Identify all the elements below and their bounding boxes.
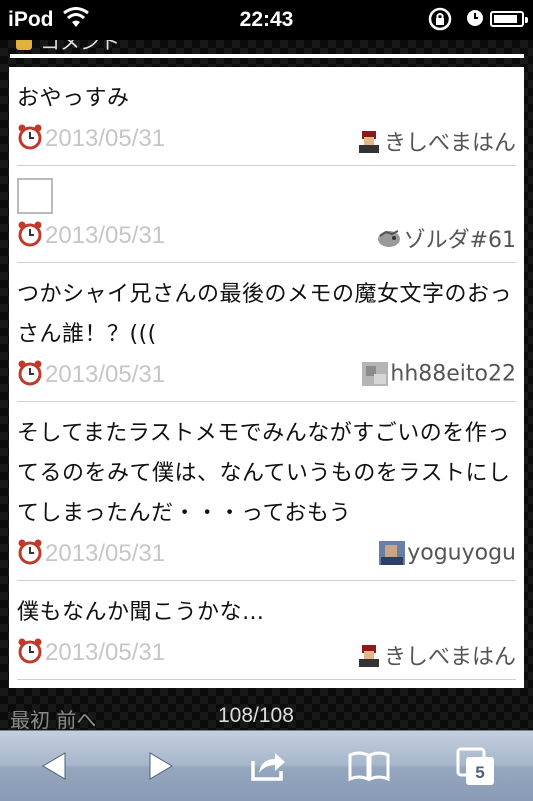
comment-date: 2013/05/31	[45, 540, 166, 567]
comment-item: 僕もなんか聞こうかな… 2013/05/31 きしべまはん	[17, 581, 516, 680]
comment-meta: 2013/05/31 きしべまはん	[17, 633, 516, 679]
page-count: 108/108	[218, 704, 294, 727]
empty-image-placeholder	[17, 178, 53, 214]
comment-item: 2013/05/31 ゾルダ#61	[17, 178, 516, 263]
alarm-clock-icon	[18, 638, 42, 664]
comment-text: つかシャイ兄さんの最後のメモの魔女文字のおっさん誰！？(((	[17, 282, 513, 347]
battery-icon	[490, 11, 528, 27]
comment-date: 2013/05/31	[45, 222, 166, 249]
comment-user[interactable]: きしべまはん	[356, 125, 516, 157]
user-name: ゾルダ#61	[403, 228, 516, 253]
browser-toolbar: 5	[0, 730, 533, 801]
comment-user[interactable]: きしべまはん	[356, 639, 516, 671]
comment-date: 2013/05/31	[45, 639, 166, 666]
forward-arrow-icon	[149, 752, 173, 780]
comment-item: つかシャイ兄さんの最後のメモの魔女文字のおっさん誰！？((( 2013/05/3…	[17, 263, 516, 402]
gray-avatar-icon	[362, 362, 389, 386]
comment-list: おやっすみ 2013/05/31 きしべまはん 2013/05/31 ゾルダ#6…	[9, 67, 524, 688]
bookmarks-icon	[348, 751, 390, 782]
pagination: 最初 前へ 108/108	[0, 688, 533, 733]
comment-item: おやっすみ 2013/05/31 きしべまはん	[17, 67, 516, 166]
comment-user[interactable]: hh88eito22	[362, 361, 516, 387]
first-page-link[interactable]: 最初	[10, 708, 50, 732]
back-arrow-icon	[42, 752, 66, 780]
alarm-clock-icon	[18, 124, 42, 150]
alarm-status-icon	[466, 9, 484, 33]
comment-bubble-icon	[16, 40, 32, 50]
dragon-avatar-icon	[377, 230, 400, 247]
rotation-lock-icon	[428, 7, 454, 37]
comment-meta: 2013/05/31 yoguyogu	[17, 534, 516, 580]
comment-meta: 2013/05/31 ゾルダ#61	[17, 216, 516, 262]
tab-count: 5	[475, 763, 484, 782]
user-name: きしべまはん	[383, 131, 516, 156]
bookmarks-button[interactable]	[346, 743, 392, 789]
alarm-clock-icon	[18, 539, 42, 565]
comment-date: 2013/05/31	[45, 361, 166, 388]
forward-button[interactable]	[138, 743, 184, 789]
user-name: hh88eito22	[390, 361, 516, 387]
pager-links: 最初 前へ	[10, 704, 96, 733]
comment-text: そしてまたラストメモでみんながすごいのを作ってるのをみて僕は、なんていうものをラ…	[17, 421, 511, 526]
blue-avatar-icon	[379, 541, 406, 565]
section-title: コメント	[40, 40, 120, 54]
tabs-button[interactable]: 5	[454, 743, 500, 789]
status-bar: iPod 22:43	[0, 0, 533, 40]
share-button[interactable]	[245, 743, 291, 789]
comment-user[interactable]: ゾルダ#61	[376, 222, 516, 254]
share-icon	[251, 753, 285, 781]
comment-user[interactable]: yoguyogu	[379, 540, 516, 566]
comment-text: おやっすみ	[17, 86, 130, 111]
user-name: yoguyogu	[407, 540, 516, 566]
battery-fill	[494, 15, 517, 23]
alarm-clock-icon	[18, 360, 42, 386]
comment-text: 僕もなんか聞こうかな…	[17, 600, 265, 625]
comment-meta: 2013/05/31 hh88eito22	[17, 355, 516, 401]
header-divider	[10, 54, 524, 58]
tabs-icon: 5	[456, 747, 494, 785]
comment-date: 2013/05/31	[45, 125, 166, 152]
user-name: きしべまはん	[383, 645, 516, 670]
alarm-clock-icon	[18, 221, 42, 247]
comment-meta: 2013/05/31 きしべまはん	[17, 119, 516, 165]
comment-item: そしてまたラストメモでみんながすごいのを作ってるのをみて僕は、なんていうものをラ…	[17, 402, 516, 581]
back-button[interactable]	[31, 743, 77, 789]
character-avatar-icon	[358, 645, 379, 667]
prev-page-link[interactable]: 前へ	[56, 708, 96, 732]
character-avatar-icon	[358, 131, 379, 153]
